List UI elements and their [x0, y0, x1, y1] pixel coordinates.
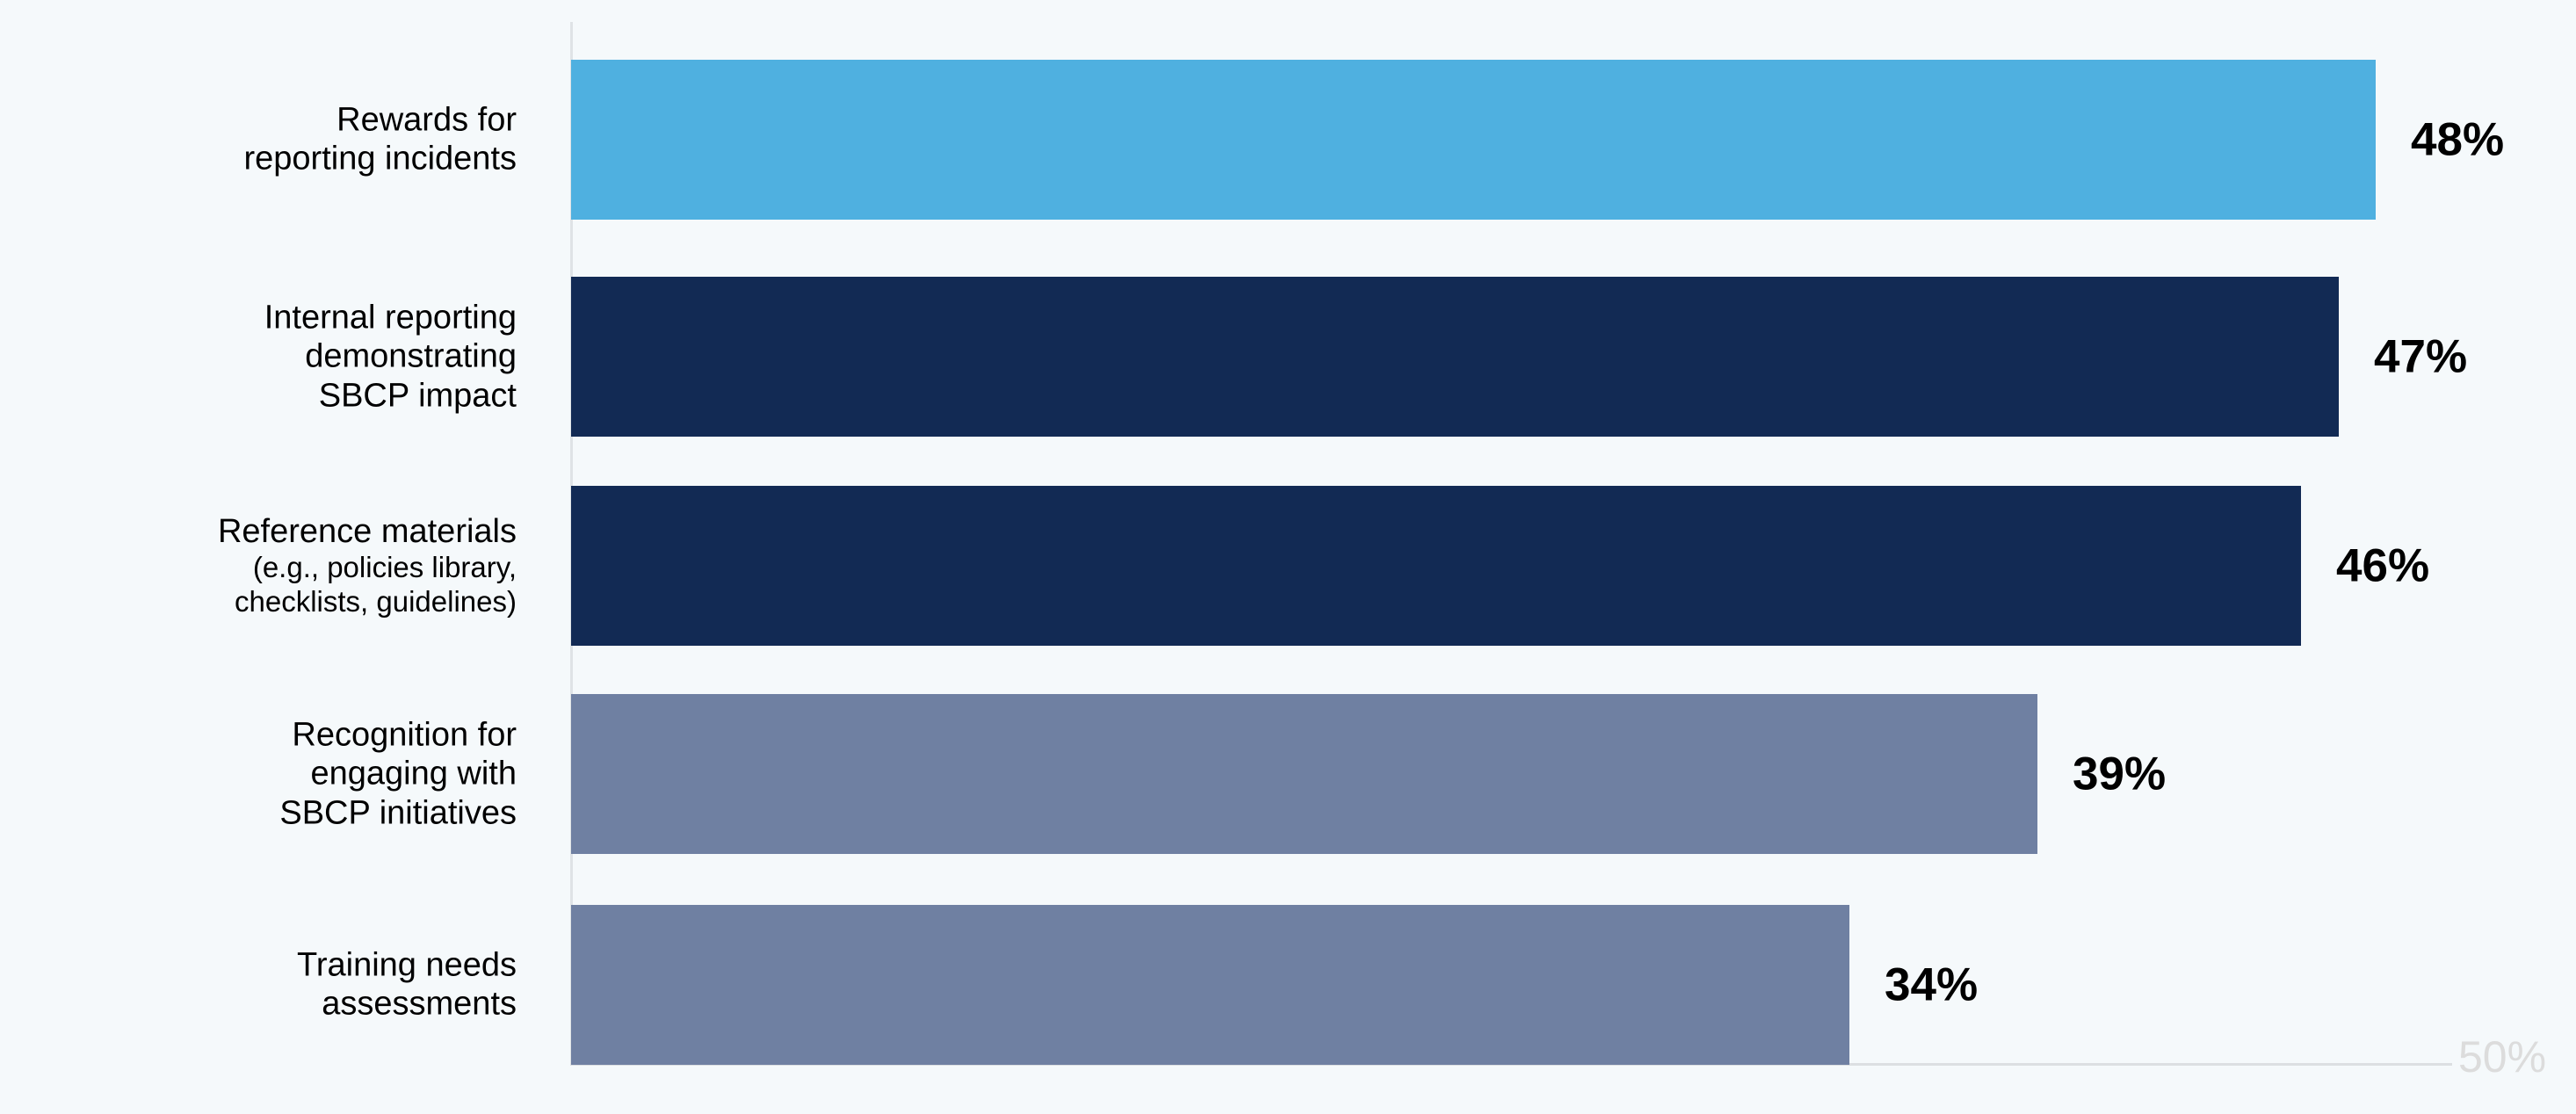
bar-value-label: 39%	[2073, 748, 2167, 800]
category-label: Rewards for reporting incidents	[0, 101, 517, 179]
category-label-line: SBCP initiatives	[279, 794, 517, 832]
bar[interactable]	[571, 694, 2037, 854]
bar-value-label: 34%	[1885, 958, 1979, 1011]
bar-chart: 50% Rewards for reporting incidents 48% Int…	[0, 0, 2576, 1114]
bar[interactable]	[571, 486, 2301, 646]
bar-row: Recognition for engaging with SBCP initiat…	[0, 694, 2576, 854]
category-label-line: reporting incidents	[243, 141, 517, 177]
bar[interactable]	[571, 905, 1849, 1065]
category-label-line: checklists, guidelines)	[235, 585, 517, 618]
category-label: Recognition for engaging with SBCP initiat…	[0, 715, 517, 832]
category-label: Training needs assessments	[0, 946, 517, 1024]
category-label: Reference materials (e.g., policies libra…	[0, 512, 517, 619]
category-label-line: assessments	[322, 986, 517, 1023]
category-label-line: Recognition for	[292, 716, 517, 754]
bar-value-label: 46%	[2336, 539, 2430, 592]
category-label-line: (e.g., policies library,	[252, 551, 517, 584]
bar[interactable]	[571, 60, 2376, 220]
category-label-line: demonstrating	[305, 337, 517, 375]
category-label-line: Reference materials	[217, 513, 517, 551]
bar-value-label: 48%	[2411, 113, 2505, 166]
bar[interactable]	[571, 277, 2339, 437]
bar-row: Reference materials (e.g., policies libra…	[0, 486, 2576, 646]
category-label-line: SBCP impact	[318, 377, 517, 415]
category-label: Internal reporting demonstrating SBCP impa…	[0, 298, 517, 415]
category-label-line: Training needs	[297, 946, 517, 984]
bar-value-label: 47%	[2374, 330, 2468, 383]
category-label-line: Rewards for	[336, 101, 517, 139]
bar-row: Internal reporting demonstrating SBCP impa…	[0, 277, 2576, 437]
category-label-line: Internal reporting	[264, 299, 517, 336]
category-label-line: engaging with	[310, 755, 517, 792]
bar-rows: Rewards for reporting incidents 48% Interna…	[0, 0, 2576, 1114]
bar-row: Rewards for reporting incidents 48%	[0, 60, 2576, 220]
bar-row: Training needs assessments 34%	[0, 905, 2576, 1065]
